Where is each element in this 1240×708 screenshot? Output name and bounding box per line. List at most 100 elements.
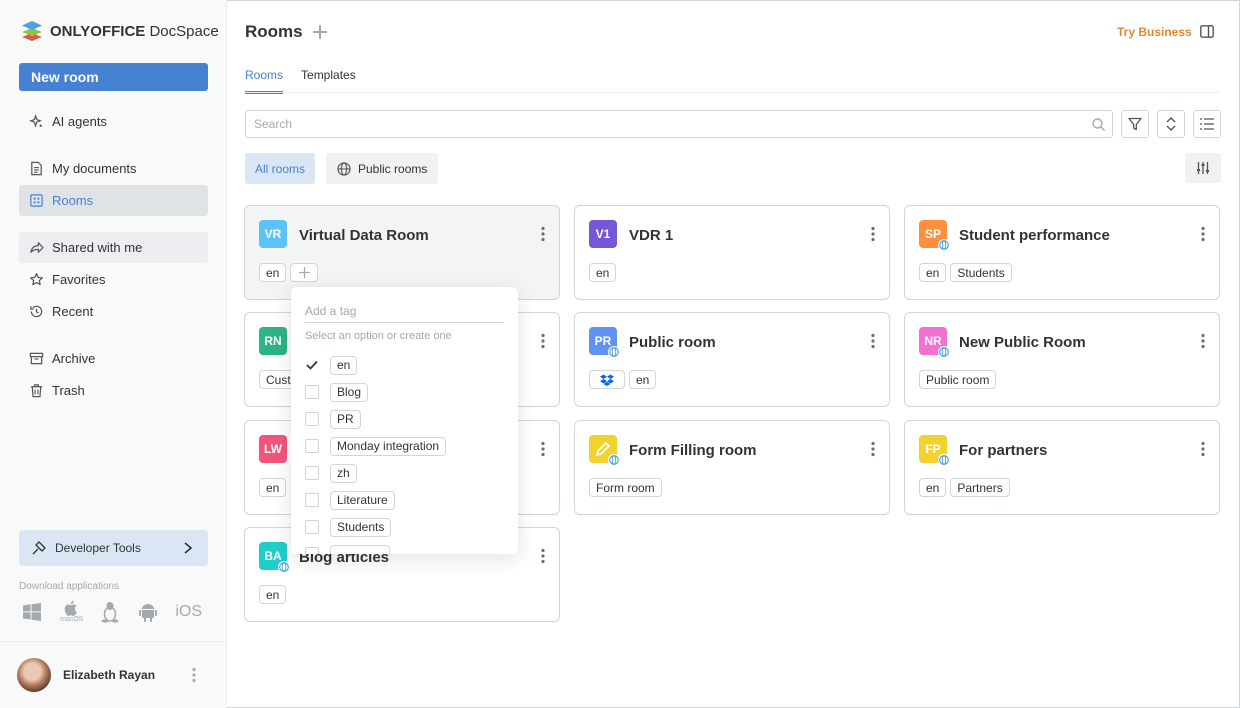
tab-templates[interactable]: Templates xyxy=(301,68,356,94)
tag[interactable]: Form room xyxy=(589,478,662,497)
room-title[interactable]: New Public Room xyxy=(959,334,1086,351)
sidebar-item-my-documents[interactable]: My documents xyxy=(19,153,208,184)
tag[interactable]: en xyxy=(259,585,287,604)
more-vertical-icon[interactable] xyxy=(1201,333,1205,349)
globe-icon xyxy=(279,562,289,572)
room-title[interactable]: Student performance xyxy=(959,227,1110,244)
tag[interactable]: Students xyxy=(950,263,1012,282)
search-icon[interactable] xyxy=(1092,118,1105,131)
room-card[interactable]: FP For partners en Partners xyxy=(904,420,1220,515)
tag[interactable]: Partners xyxy=(950,478,1010,497)
room-card[interactable]: VR Virtual Data Room en xyxy=(244,205,560,300)
more-vertical-icon[interactable] xyxy=(541,333,545,349)
sidebar-item-label: My documents xyxy=(52,161,137,176)
tag[interactable]: en xyxy=(919,478,947,497)
room-title[interactable]: VDR 1 xyxy=(629,227,673,244)
checkbox[interactable] xyxy=(305,439,319,453)
more-vertical-icon[interactable] xyxy=(1201,226,1205,242)
more-vertical-icon[interactable] xyxy=(192,667,196,683)
search-input[interactable] xyxy=(245,110,1113,138)
more-vertical-icon[interactable] xyxy=(871,226,875,242)
tag-option[interactable]: zh xyxy=(305,463,357,483)
checkbox[interactable] xyxy=(305,493,319,507)
rooms-grid-icon xyxy=(30,194,43,207)
tag[interactable]: en xyxy=(259,478,287,497)
room-card[interactable]: V1 VDR 1 en xyxy=(574,205,890,300)
sidebar-item-archive[interactable]: Archive xyxy=(19,343,208,374)
view-toggle-button[interactable] xyxy=(1193,110,1221,138)
plus-icon[interactable] xyxy=(313,25,327,39)
more-vertical-icon[interactable] xyxy=(541,548,545,564)
more-vertical-icon[interactable] xyxy=(541,441,545,457)
dropbox-icon xyxy=(600,374,614,386)
new-room-button[interactable]: New room xyxy=(19,63,208,91)
avatar[interactable] xyxy=(17,658,51,692)
filter-settings-button[interactable] xyxy=(1185,153,1221,183)
filter-all-rooms[interactable]: All rooms xyxy=(245,153,316,184)
room-card[interactable]: PR Public room en xyxy=(574,312,890,407)
star-icon xyxy=(30,273,43,286)
storage-provider-tag[interactable] xyxy=(589,370,625,389)
checkbox[interactable] xyxy=(305,520,319,534)
app-logo[interactable]: ONLYOFFICE DocSpace xyxy=(20,20,219,42)
checkbox[interactable] xyxy=(305,547,319,554)
more-vertical-icon[interactable] xyxy=(541,226,545,242)
checkbox-checked[interactable] xyxy=(305,358,319,372)
windows-icon[interactable] xyxy=(22,602,42,622)
checkbox[interactable] xyxy=(305,466,319,480)
room-tags: Form room xyxy=(589,478,662,497)
sidebar-item-recent[interactable]: Recent xyxy=(19,296,208,327)
tag-option[interactable]: Monday integration xyxy=(305,436,447,456)
sidebar-item-shared-with-me[interactable]: Shared with me xyxy=(19,232,208,263)
room-title[interactable]: Virtual Data Room xyxy=(299,227,429,244)
tag-option[interactable]: PR xyxy=(305,409,361,429)
tag[interactable]: Public room xyxy=(919,370,997,389)
download-apps: macOS iOS xyxy=(22,600,202,624)
sidebar-item-ai-agents[interactable]: AI agents xyxy=(19,106,208,137)
sidebar-item-label: Shared with me xyxy=(52,240,143,255)
macos-download[interactable]: macOS xyxy=(60,600,83,624)
room-title[interactable]: Form Filling room xyxy=(629,442,757,459)
more-vertical-icon[interactable] xyxy=(871,333,875,349)
tag[interactable]: en xyxy=(919,263,947,282)
user-profile[interactable]: Elizabeth Rayan xyxy=(0,641,227,708)
tag[interactable]: en xyxy=(629,370,657,389)
more-vertical-icon[interactable] xyxy=(1201,441,1205,457)
tag-option[interactable]: Students xyxy=(305,517,392,537)
room-tags: en xyxy=(259,585,287,604)
checkmark-icon xyxy=(306,360,318,370)
add-tag-input[interactable] xyxy=(305,299,504,323)
tag[interactable]: en xyxy=(589,263,617,282)
public-room-badge xyxy=(608,346,620,358)
tag-option[interactable]: Blog xyxy=(305,382,369,402)
room-title[interactable]: For partners xyxy=(959,442,1047,459)
try-business-link[interactable]: Try Business xyxy=(1117,25,1192,39)
more-vertical-icon[interactable] xyxy=(871,441,875,457)
checkbox[interactable] xyxy=(305,412,319,426)
tab-rooms[interactable]: Rooms xyxy=(245,68,284,94)
room-card[interactable]: SP Student performance en Students xyxy=(904,205,1220,300)
sidebar-item-label: Trash xyxy=(52,383,85,398)
checkbox[interactable] xyxy=(305,385,319,399)
filter-public-rooms[interactable]: Public rooms xyxy=(326,153,439,184)
android-icon[interactable] xyxy=(139,602,158,622)
developer-tools-button[interactable]: Developer Tools xyxy=(19,530,208,566)
filter-button[interactable] xyxy=(1121,110,1149,138)
room-title[interactable]: Public room xyxy=(629,334,716,351)
public-room-badge xyxy=(938,239,950,251)
room-card[interactable]: Form Filling room Form room xyxy=(574,420,890,515)
tag-option-partial[interactable] xyxy=(305,544,390,554)
tag-option[interactable]: Literature xyxy=(305,490,395,510)
add-tag-button[interactable] xyxy=(290,263,319,282)
side-panel-icon[interactable] xyxy=(1200,25,1214,38)
linux-icon[interactable] xyxy=(101,601,119,623)
ios-icon[interactable]: iOS xyxy=(175,603,202,621)
sort-button[interactable] xyxy=(1157,110,1185,138)
sidebar-item-favorites[interactable]: Favorites xyxy=(19,264,208,295)
sidebar-item-trash[interactable]: Trash xyxy=(19,375,208,406)
sidebar-item-rooms[interactable]: Rooms xyxy=(19,185,208,216)
tag-option[interactable]: en xyxy=(305,355,358,375)
room-card[interactable]: NR New Public Room Public room xyxy=(904,312,1220,407)
sidebar-item-label: Favorites xyxy=(52,272,106,287)
tag[interactable]: en xyxy=(259,263,287,282)
